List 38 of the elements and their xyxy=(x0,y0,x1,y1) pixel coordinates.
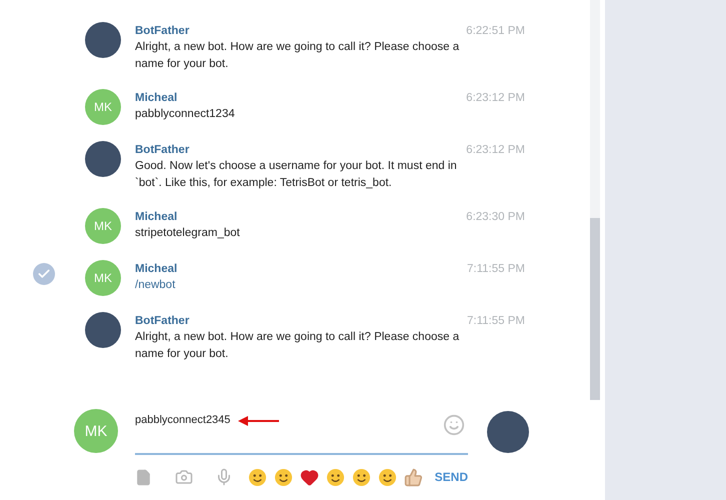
avatar-photo-placeholder xyxy=(487,411,529,453)
message-text: Good. Now let's choose a username for your bot. It must end in `bot`. Like this, for example: TetrisBot or tetris_bot. xyxy=(135,159,458,191)
avatar-photo-placeholder xyxy=(85,22,121,58)
message-text: stripetotelegram_bot xyxy=(135,226,241,241)
message-text: Alright, a new bot. How are we going to call it? Please choose a name for your bot. xyxy=(135,330,460,362)
emoji-picker-icon[interactable] xyxy=(443,414,465,436)
message-time: 6:23:12 PM xyxy=(466,92,525,104)
camera-icon[interactable] xyxy=(175,468,193,486)
message-time: 6:22:51 PM xyxy=(466,24,525,36)
sender-name[interactable]: Micheal xyxy=(135,262,178,274)
avatar-photo-placeholder xyxy=(85,141,121,177)
sender-name[interactable]: BotFather xyxy=(135,24,190,36)
scrollbar-thumb[interactable] xyxy=(590,218,600,400)
message-text: pabblyconnect1234 xyxy=(135,107,236,122)
message-time: 6:23:30 PM xyxy=(466,210,525,222)
smiling-emoji-icon[interactable] xyxy=(352,468,371,486)
avatar-photo-placeholder xyxy=(85,312,121,348)
selected-check-icon[interactable] xyxy=(33,263,55,285)
send-button[interactable]: SEND xyxy=(434,468,468,486)
initials-avatar: MK xyxy=(85,260,121,296)
message-input-field[interactable]: pabblyconnect2345 xyxy=(135,409,468,455)
thumbs-up-emoji-icon[interactable] xyxy=(404,468,423,486)
message-time: 6:23:12 PM xyxy=(466,144,525,156)
command-link[interactable]: /newbot xyxy=(135,277,470,294)
initials-avatar: MK xyxy=(85,89,121,125)
initials-avatar: MK xyxy=(85,208,121,244)
sender-name[interactable]: BotFather xyxy=(135,314,190,326)
sender-name[interactable]: BotFather xyxy=(135,144,190,156)
message-time: 7:11:55 PM xyxy=(467,314,525,326)
sender-name[interactable]: Micheal xyxy=(135,92,178,104)
message-text: Alright, a new bot. How are we going to call it? Please choose a name for your bot. xyxy=(135,40,460,72)
initials-avatar: MK xyxy=(74,409,118,453)
heart-emoji-icon[interactable] xyxy=(300,468,319,486)
sender-name[interactable]: Micheal xyxy=(135,210,178,222)
message-time: 7:11:55 PM xyxy=(467,262,525,274)
microphone-icon[interactable] xyxy=(215,468,233,486)
scrollbar-track[interactable] xyxy=(590,0,600,400)
file-icon[interactable] xyxy=(135,468,152,486)
